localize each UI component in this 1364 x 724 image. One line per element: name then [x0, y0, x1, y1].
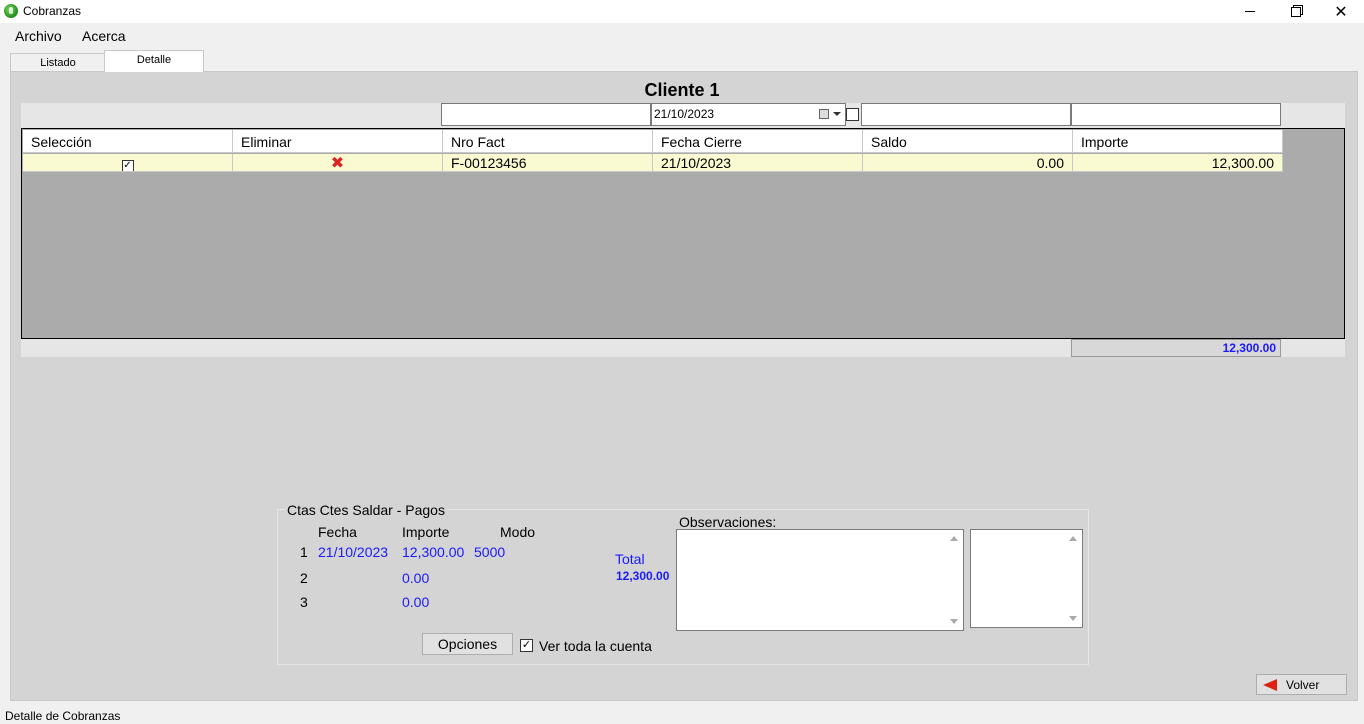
volver-label: Volver — [1286, 678, 1320, 692]
grid-header: Selección Eliminar Nro Fact Fecha Cierre… — [23, 130, 1283, 153]
pay-row-number: 3 — [300, 594, 308, 610]
chevron-down-icon[interactable] — [950, 619, 958, 624]
filter-importe-input[interactable] — [1071, 103, 1281, 126]
pay-row-modo[interactable]: 5000 — [474, 544, 505, 560]
red-x-icon[interactable]: ✖ — [331, 155, 344, 172]
globe-icon — [4, 4, 18, 18]
chevron-up-icon[interactable] — [1069, 536, 1077, 541]
invoices-grid[interactable]: Selección Eliminar Nro Fact Fecha Cierre… — [21, 128, 1345, 339]
col-header-saldo[interactable]: Saldo — [863, 130, 1073, 153]
col-header-fecha-cierre[interactable]: Fecha Cierre — [653, 130, 863, 153]
red-arrow-left-icon — [1263, 679, 1277, 691]
row-delete-cell[interactable]: ✖ — [233, 154, 443, 172]
pay-row-number: 2 — [300, 570, 308, 586]
row-select-cell[interactable]: ✓ — [23, 154, 233, 172]
pay-header-importe: Importe — [402, 524, 450, 540]
secondary-scrollbar[interactable] — [1066, 532, 1080, 625]
title-bar: Cobranzas ✕ — [0, 0, 1364, 23]
row-importe: 12,300.00 — [1073, 154, 1283, 172]
filter-date-checkbox[interactable] — [846, 108, 859, 121]
ver-toda-checkbox[interactable]: ✓ — [520, 639, 533, 652]
col-header-seleccion[interactable]: Selección — [23, 130, 233, 153]
table-row[interactable]: ✓ ✖ F-00123456 21/10/2023 0.00 12,300.00 — [23, 154, 1283, 172]
window-title: Cobranzas — [23, 4, 82, 18]
observaciones-textarea[interactable] — [676, 529, 964, 631]
close-button[interactable]: ✕ — [1318, 0, 1364, 23]
row-fecha-cierre: 21/10/2023 — [653, 154, 863, 172]
pay-row-number: 1 — [300, 544, 308, 560]
client-title: Cliente 1 — [644, 80, 720, 100]
filter-date-value: 21/10/2023 — [654, 107, 715, 121]
pay-header-modo: Modo — [500, 524, 536, 540]
col-header-eliminar[interactable]: Eliminar — [233, 130, 443, 153]
col-header-nro-fact[interactable]: Nro Fact — [443, 130, 653, 153]
row-nro-fact: F-00123456 — [443, 154, 653, 172]
payments-group-title: Ctas Ctes Saldar - Pagos — [285, 502, 447, 518]
filter-saldo-input[interactable] — [861, 103, 1071, 126]
chevron-down-icon[interactable] — [1069, 616, 1077, 621]
maximize-button[interactable] — [1273, 0, 1319, 23]
pay-row-importe[interactable]: 12,300.00 — [402, 544, 464, 560]
observaciones-label: Observaciones: — [679, 514, 777, 530]
filter-date-picker[interactable]: 21/10/2023 — [651, 103, 846, 126]
pay-total-value: 12,300.00 — [616, 569, 670, 583]
row-select-checkbox[interactable]: ✓ — [121, 160, 134, 171]
pay-total-label: Total — [615, 551, 645, 567]
chevron-down-icon[interactable] — [833, 112, 841, 116]
pay-header-fecha: Fecha — [318, 524, 357, 540]
col-header-importe[interactable]: Importe — [1073, 130, 1283, 153]
pay-row-importe[interactable]: 0.00 — [402, 594, 429, 610]
minimize-button[interactable] — [1227, 0, 1273, 23]
volver-button[interactable]: Volver — [1256, 674, 1347, 695]
observaciones-scrollbar[interactable] — [947, 532, 961, 628]
menu-bar: Archivo Acerca — [0, 23, 1364, 48]
calendar-icon[interactable] — [819, 109, 829, 119]
secondary-textarea[interactable] — [970, 529, 1083, 628]
pay-row-importe[interactable]: 0.00 — [402, 570, 429, 586]
opciones-button[interactable]: Opciones — [422, 633, 513, 655]
row-saldo: 0.00 — [863, 154, 1073, 172]
menu-archivo[interactable]: Archivo — [15, 28, 62, 44]
status-bar: Detalle de Cobranzas — [0, 708, 1364, 724]
ver-toda-label[interactable]: Ver toda la cuenta — [539, 638, 652, 654]
chevron-up-icon[interactable] — [950, 536, 958, 541]
grid-total-importe: 12,300.00 — [1071, 339, 1281, 357]
tab-detalle[interactable]: Detalle — [104, 50, 204, 72]
tab-listado[interactable]: Listado — [10, 53, 106, 71]
filter-nro-fact-input[interactable] — [441, 103, 651, 126]
pay-row-fecha[interactable]: 21/10/2023 — [318, 544, 388, 560]
menu-acerca[interactable]: Acerca — [82, 28, 126, 44]
